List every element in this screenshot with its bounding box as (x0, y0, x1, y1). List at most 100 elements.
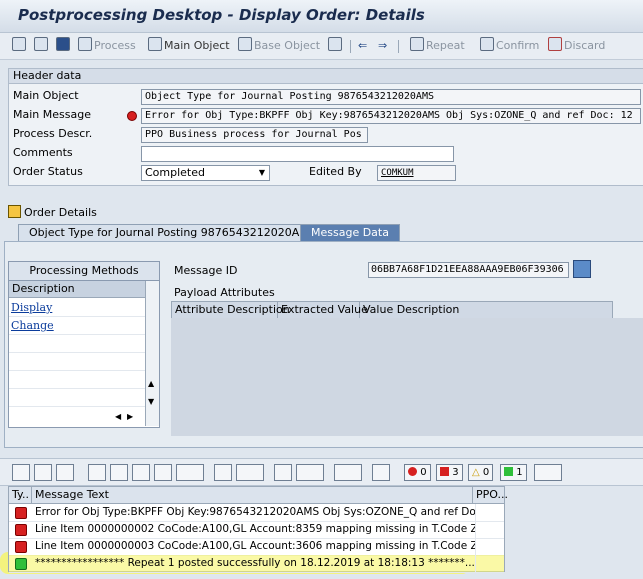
message-log-table: Ty.. Message Text PPO... Error for Obj T… (8, 486, 508, 573)
list-item[interactable]: Display (9, 299, 145, 317)
column-extracted-value[interactable]: Extracted Value (278, 302, 368, 318)
scroll-right-icon[interactable]: ▶ (127, 412, 133, 421)
warning-count-button[interactable]: △ 0 (468, 464, 494, 481)
main-message-field[interactable]: Error for Obj Type:BKPFF Obj Key:9876543… (141, 108, 641, 124)
processing-methods-panel: Processing Methods Description Display C… (8, 261, 160, 428)
window-title: Postprocessing Desktop - Display Order: … (18, 6, 425, 24)
error-icon (15, 541, 27, 553)
message-text: Error for Obj Type:BKPFF Obj Key:9876543… (35, 506, 475, 518)
tab-object-type[interactable]: Object Type for Journal Posting 98765432… (18, 224, 327, 241)
technical-info-icon[interactable] (534, 464, 562, 481)
base-object-icon (238, 37, 252, 51)
next-arrow-icon[interactable]: ⇒ (378, 37, 387, 55)
success-count-button[interactable]: 1 (500, 464, 527, 481)
header-data-panel: Header data Main Object Object Type for … (8, 68, 643, 186)
warning-icon: △ (472, 467, 480, 478)
main-object-button[interactable]: Main Object (148, 37, 230, 55)
message-text: Line Item 0000000003 CoCode:A100,GL Acco… (35, 540, 475, 552)
sum-icon[interactable] (214, 464, 232, 481)
document-icon[interactable] (274, 464, 292, 481)
stop-count-button[interactable]: 0 (404, 464, 431, 481)
application-toolbar: Process Main Object Base Object ⇐ ⇒ Repe… (0, 33, 643, 60)
hierarchy-icon[interactable] (328, 37, 344, 55)
display-method-link[interactable]: Display (11, 301, 52, 314)
main-object-field[interactable]: Object Type for Journal Posting 98765432… (141, 89, 641, 105)
list-item[interactable]: Change (9, 317, 145, 335)
column-type[interactable]: Ty.. (9, 487, 32, 503)
find-icon[interactable] (132, 464, 150, 481)
order-status-dropdown[interactable]: Completed ▼ (141, 165, 270, 181)
success-icon (504, 467, 513, 476)
zoom-in-icon[interactable] (34, 464, 52, 481)
error-icon (15, 524, 27, 536)
details-icon[interactable] (12, 464, 30, 481)
list-item (9, 389, 145, 407)
processing-methods-title: Processing Methods (9, 262, 159, 281)
chevron-down-icon: ▼ (258, 168, 265, 177)
set-filter-icon[interactable] (176, 464, 204, 481)
payload-attributes-label: Payload Attributes (174, 286, 275, 299)
comments-field[interactable] (141, 146, 454, 162)
display-change-icon[interactable] (12, 37, 28, 55)
confirm-button[interactable]: Confirm (480, 37, 539, 55)
layout-icon[interactable] (334, 464, 362, 481)
discard-button[interactable]: Discard (548, 37, 605, 55)
confirm-icon (480, 37, 494, 51)
table-row[interactable]: Error for Obj Type:BKPFF Obj Key:9876543… (9, 504, 504, 522)
error-icon (15, 507, 27, 519)
header-data-title: Header data (9, 69, 643, 84)
edited-by-label: Edited By (309, 165, 362, 178)
copy-icon[interactable] (34, 37, 50, 55)
column-attribute-description[interactable]: Attribute Description (172, 302, 290, 318)
message-log-toolbar: 0 3 △ 0 1 (0, 458, 643, 486)
scroll-up-icon[interactable]: ▲ (148, 379, 154, 388)
message-log-header: Ty.. Message Text PPO... (9, 487, 508, 504)
process-button[interactable]: Process (78, 37, 136, 55)
main-object-icon (148, 37, 162, 51)
order-status-value: Completed (145, 166, 205, 179)
table-row[interactable]: ***************** Repeat 1 posted succes… (9, 555, 504, 573)
message-search-icon[interactable] (573, 260, 591, 278)
print-icon[interactable] (88, 464, 106, 481)
subtotal-icon[interactable] (236, 464, 264, 481)
process-descr-field[interactable]: PPO Business process for Journal Pos (141, 127, 368, 143)
list-item (9, 371, 145, 389)
change-method-link[interactable]: Change (11, 319, 54, 332)
error-status-icon (127, 111, 137, 121)
order-status-label: Order Status (13, 165, 83, 178)
edited-by-field[interactable]: COMKUM (377, 165, 456, 181)
export-icon[interactable] (296, 464, 324, 481)
scroll-down-icon[interactable]: ▼ (148, 397, 154, 406)
message-text: Line Item 0000000002 CoCode:A100,GL Acco… (35, 523, 475, 535)
previous-arrow-icon[interactable]: ⇐ (358, 37, 367, 55)
main-message-label: Main Message (13, 108, 91, 121)
find-next-icon[interactable] (154, 464, 172, 481)
column-value-description[interactable]: Value Description (360, 302, 611, 318)
success-icon (15, 558, 27, 570)
column-ppo[interactable]: PPO... (473, 487, 508, 503)
filter-icon[interactable] (110, 464, 128, 481)
payload-attributes-table-header: Attribute Description Extracted Value Va… (171, 301, 613, 319)
list-item (9, 353, 145, 371)
payload-attributes-table-body (171, 318, 643, 436)
vertical-scrollbar[interactable]: ▲ ▼ (145, 281, 159, 426)
message-id-field[interactable]: 06BB7A68F1D21EEA88AAA9EB06F39306 (368, 262, 569, 278)
main-object-label: Main Object (13, 89, 79, 102)
process-descr-label: Process Descr. (13, 127, 93, 140)
comments-label: Comments (13, 146, 73, 159)
table-row[interactable]: Line Item 0000000003 CoCode:A100,GL Acco… (9, 538, 504, 556)
save-icon[interactable] (56, 37, 72, 55)
base-object-button[interactable]: Base Object (238, 37, 320, 55)
tab-message-data[interactable]: Message Data (300, 224, 400, 241)
column-message-text[interactable]: Message Text (32, 487, 473, 503)
message-id-label: Message ID (174, 264, 238, 277)
zoom-out-icon[interactable] (56, 464, 74, 481)
table-row[interactable]: Line Item 0000000002 CoCode:A100,GL Acco… (9, 521, 504, 539)
order-details-icon[interactable] (8, 205, 21, 218)
processing-methods-column-header[interactable]: Description (9, 281, 146, 298)
repeat-button[interactable]: Repeat (410, 37, 465, 55)
order-details-label: Order Details (24, 206, 97, 219)
scroll-left-icon[interactable]: ◀ (115, 412, 121, 421)
grid-icon[interactable] (372, 464, 390, 481)
error-count-button[interactable]: 3 (436, 464, 463, 481)
